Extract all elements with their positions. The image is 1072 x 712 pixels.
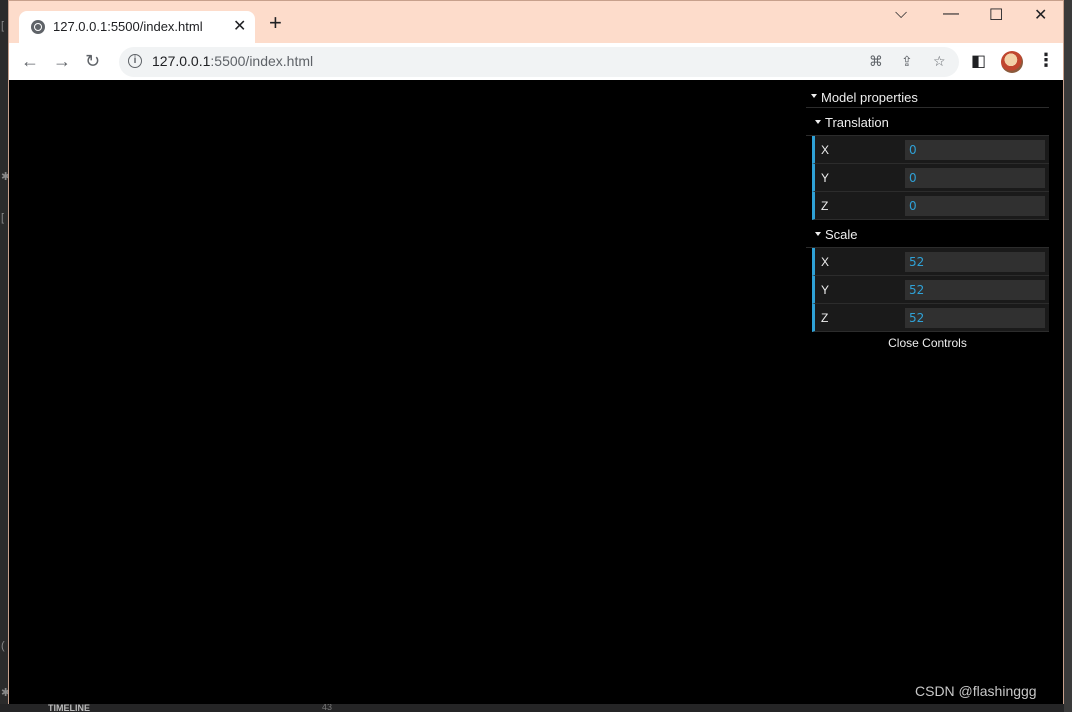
folder-scale[interactable]: Scale [806,220,1049,248]
url-text: 127.0.0.1:5500/index.html [152,53,313,69]
browser-tab[interactable]: 127.0.0.1:5500/index.html ✕ [19,11,255,43]
maximize-icon[interactable]: ☐ [989,5,1003,25]
translate-icon[interactable]: ⌘ [869,53,883,70]
close-icon[interactable]: ✕ [233,16,246,36]
folder-translation[interactable]: Translation [806,108,1049,136]
scale-y-row: Y [812,276,1049,304]
plus-icon[interactable]: + [269,12,282,34]
gui-root-title[interactable]: Model properties [806,84,1049,108]
translation-y-input[interactable] [905,168,1045,188]
watermark: CSDN @flashinggg [915,683,1037,699]
row-label: Z [821,311,829,325]
browser-toolbar: ← → ↻ i 127.0.0.1:5500/index.html ⌘ ⇪ ☆ … [9,43,1063,80]
line-number: 43 [322,704,333,712]
url-host: 127.0.0.1 [152,53,211,69]
controls-panel: Model properties Translation X Y Z Scale [806,84,1049,354]
folder-title: Scale [825,227,858,242]
background-editor-strip: [ ✱ [ ( ✱ [0,0,10,712]
side-panel-icon[interactable]: ◧ [971,51,986,71]
info-icon[interactable]: i [128,54,142,68]
translation-x-input[interactable] [905,140,1045,160]
row-label: X [821,143,830,157]
row-label: X [821,255,830,269]
scale-x-input[interactable] [905,252,1045,272]
star-icon[interactable]: ☆ [933,53,946,70]
timeline-label: TIMELINE [48,704,90,712]
back-arrow-icon[interactable]: ← [21,51,39,71]
caret-down-icon [815,120,821,124]
browser-window: 127.0.0.1:5500/index.html ✕ + ⌵ — ☐ ✕ ← … [8,0,1064,704]
caret-down-icon [815,232,821,236]
row-label: Y [821,283,830,297]
caret-down-icon [811,94,817,98]
globe-icon [31,20,45,34]
tab-title: 127.0.0.1:5500/index.html [53,19,203,34]
row-label: Y [821,171,830,185]
background-editor-scrollbar [1064,0,1072,712]
translation-y-row: Y [812,164,1049,192]
scale-z-input[interactable] [905,308,1045,328]
forward-arrow-icon[interactable]: → [53,51,71,71]
model-properties-label: Model properties [821,90,918,105]
background-editor-panel: TIMELINE 43 [0,704,1072,712]
chevron-down-icon[interactable]: ⌵ [895,5,907,23]
scale-y-input[interactable] [905,280,1045,300]
address-bar[interactable]: i 127.0.0.1:5500/index.html ⌘ ⇪ ☆ [119,47,959,77]
url-path: :5500/index.html [210,53,314,69]
translation-x-row: X [812,136,1049,164]
minimize-icon[interactable]: — [943,5,959,23]
kebab-menu-icon[interactable]: ⋮ [1037,50,1055,71]
share-icon[interactable]: ⇪ [901,53,913,70]
avatar[interactable] [1001,51,1023,73]
scale-x-row: X [812,248,1049,276]
row-label: Z [821,199,829,213]
title-bar: 127.0.0.1:5500/index.html ✕ + ⌵ — ☐ ✕ [9,1,1063,43]
render-canvas[interactable]: Model properties Translation X Y Z Scale [9,80,1063,704]
translation-z-row: Z [812,192,1049,220]
reload-icon[interactable]: ↻ [85,51,100,71]
close-window-icon[interactable]: ✕ [1034,5,1047,25]
scale-z-row: Z [812,304,1049,332]
close-controls-button[interactable]: Close Controls [806,332,1049,354]
folder-title: Translation [825,115,889,130]
translation-z-input[interactable] [905,196,1045,216]
